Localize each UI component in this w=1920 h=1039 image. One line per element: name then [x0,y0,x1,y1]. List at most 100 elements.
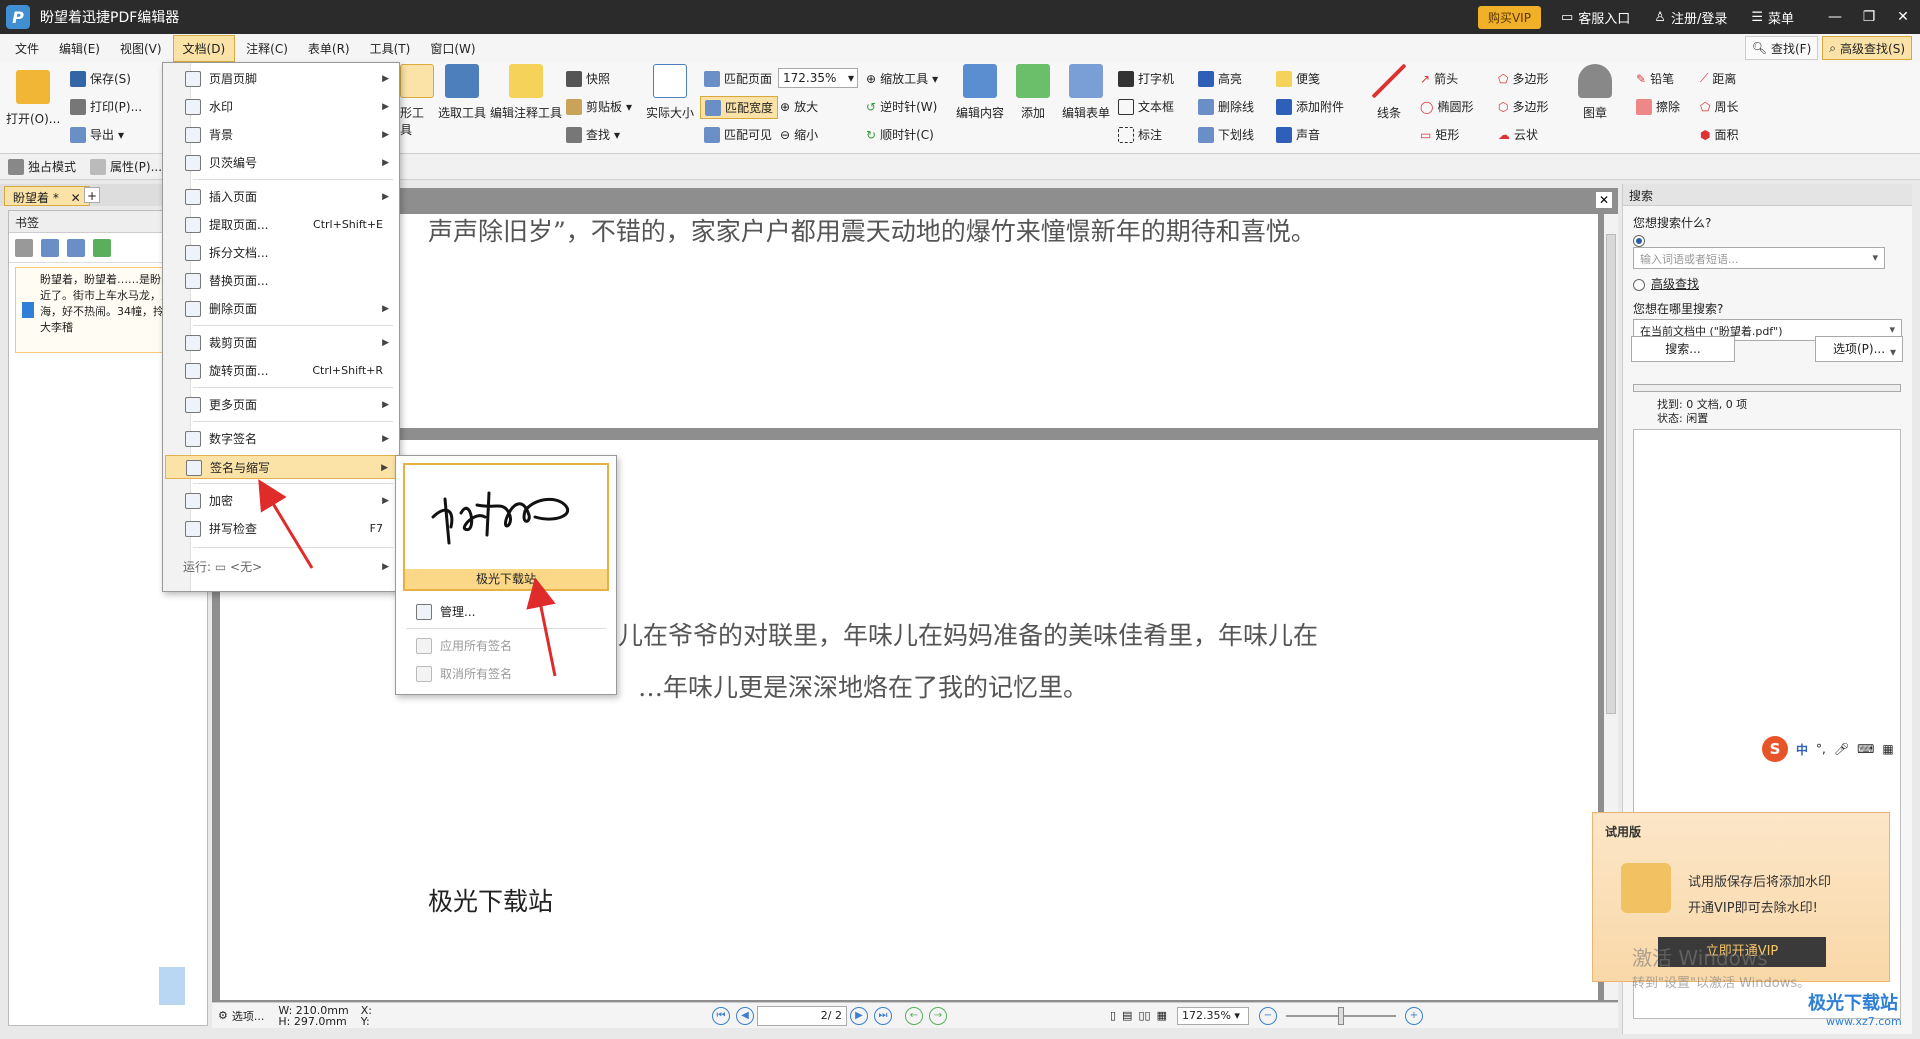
menu-split-document[interactable]: 拆分文档... [165,241,397,265]
polygon-button[interactable]: ⬠ 多边形 [1498,70,1548,87]
ribbon-find-button[interactable]: 查找 ▾ [566,126,620,143]
zoom-select[interactable]: 172.35% ▾ [778,68,858,88]
advanced-search-link[interactable]: 高级查找 [1651,277,1699,291]
add-child-bookmark-icon[interactable] [67,238,85,257]
menu-tools[interactable]: 工具(T) [361,36,420,61]
typewriter-button[interactable]: 打字机 [1118,70,1174,87]
menu-spell-check[interactable]: 拼写检查 F7 [165,517,397,541]
print-button[interactable]: 打印(P)... [70,98,142,115]
service-link[interactable]: ▭ 客服入口 [1561,8,1630,27]
status-zoom-select[interactable]: 172.35% ▾ [1176,1006,1249,1025]
search-options-button[interactable]: 选项(P)... [1815,336,1903,364]
two-continuous-icon[interactable]: ▦ [1157,1009,1167,1022]
add-bookmark-icon[interactable] [41,238,59,257]
document-tab[interactable]: 盼望着 * ✕ [4,186,90,206]
keyboard-icon[interactable]: ⌨ [1857,742,1874,756]
close-tab-icon[interactable]: ✕ [71,191,81,205]
zoom-out-button[interactable]: ⊖ 缩小 [780,126,818,143]
advanced-find-button[interactable]: ⌕ 高级查找(S) [1822,36,1912,60]
menu-bates-numbering[interactable]: 贝茨编号 ▶ [165,151,397,175]
continuous-page-icon[interactable]: ▤ [1122,1009,1132,1022]
close-document-icon[interactable]: ✕ [1596,192,1612,208]
menu-crop-page[interactable]: 裁剪页面 ▶ [165,331,397,355]
gear-icon[interactable]: ⚙ [218,1009,228,1022]
signature-item[interactable]: 极光下载站 [403,463,609,591]
gear-icon[interactable] [15,238,33,257]
zoom-slider-handle[interactable] [1337,1006,1344,1025]
rotate-ccw-button[interactable]: ↺ 逆时针(W) [866,98,937,115]
cloud-button[interactable]: ☁ 云状 [1498,126,1538,143]
main-menu-button[interactable]: ☰ 菜单 [1751,8,1794,27]
hand-tool-button[interactable]: 形工具 [400,64,434,138]
perimeter-button[interactable]: ⬠ 周长 [1700,98,1738,115]
polyline-button[interactable]: ⬡ 多边形 [1498,98,1549,115]
menu-insert-page[interactable]: 插入页面 ▶ [165,185,397,209]
menu-comment[interactable]: 注释(C) [237,36,297,61]
exclusive-mode-button[interactable]: 独占模式 [8,158,76,175]
rotate-cw-button[interactable]: ↻ 顺时针(C) [866,126,934,143]
line-button[interactable]: 线条 [1372,64,1406,121]
forward-icon[interactable]: → [928,1006,947,1025]
minimize-button[interactable]: — [1818,9,1852,25]
sound-button[interactable]: 声音 [1276,126,1320,143]
search-button[interactable]: 搜索... [1631,336,1735,362]
distance-button[interactable]: ⟋ 距离 [1700,70,1736,87]
microphone-icon[interactable]: 🎤︎ [1834,742,1849,756]
fit-width-button[interactable]: 匹配宽度 [700,96,779,119]
menu-more-pages[interactable]: 更多页面 ▶ [165,393,397,417]
cancel-all-signatures-item[interactable]: 取消所有签名 [398,662,614,686]
page-number-input[interactable]: 2/ 2 [756,1005,847,1026]
menu-background[interactable]: 背景 ▶ [165,123,397,147]
manage-signatures-item[interactable]: 管理... [398,600,614,624]
note-button[interactable]: 便笺 [1276,70,1320,87]
ellipse-button[interactable]: ◯ 椭圆形 [1420,98,1473,115]
underline-button[interactable]: 下划线 [1198,126,1254,143]
menu-edit[interactable]: 编辑(E) [50,36,109,61]
menu-replace-page[interactable]: 替换页面... [165,269,397,293]
menu-encrypt[interactable]: 加密 ▶ [165,489,397,513]
pencil-button[interactable]: ✎ 铅笔 [1636,70,1674,87]
attach-file-button[interactable]: 添加附件 [1276,98,1344,115]
area-button[interactable]: ⬢ 面积 [1700,126,1739,143]
ime-language[interactable]: 中 [1796,741,1808,758]
callout-button[interactable]: 标注 [1118,126,1162,143]
menu-run-action[interactable]: 运行: ▭ <无> ▶ [165,555,397,579]
textbox-button[interactable]: 文本框 [1118,98,1174,115]
edit-content-button[interactable]: 编辑内容 [956,64,1004,121]
zoom-in-icon[interactable]: + [1404,1006,1423,1025]
menu-watermark[interactable]: 水印 ▶ [165,95,397,119]
zoom-tool-button[interactable]: ⊕ 缩放工具 ▾ [866,70,938,87]
prev-page-icon[interactable]: ◀ [735,1006,754,1025]
stamp-button[interactable]: 图章 [1578,64,1612,121]
menu-extract-page[interactable]: 提取页面... Ctrl+Shift+E [165,213,397,237]
menu-file[interactable]: 文件 [6,36,48,61]
search-input[interactable]: 输入词语或者短语... [1633,247,1885,269]
save-button[interactable]: 保存(S) [70,70,131,87]
last-page-icon[interactable]: ⏭ [873,1006,892,1025]
restore-button[interactable]: ❐ [1852,9,1886,25]
buy-vip-button[interactable]: 购买VIP [1477,5,1541,29]
login-link[interactable]: ♙ 注册/登录 [1654,8,1727,27]
fit-visible-button[interactable]: 匹配可见 [704,126,772,143]
clipboard-button[interactable]: 剪贴板 ▾ [566,98,632,115]
back-icon[interactable]: ← [904,1006,923,1025]
menu-view[interactable]: 视图(V) [111,36,171,61]
select-tool-button[interactable]: 选取工具 [438,64,486,121]
menu-rotate-page[interactable]: 旋转页面... Ctrl+Shift+R [165,359,397,383]
export-button[interactable]: 导出 ▾ [70,126,124,143]
rectangle-button[interactable]: ▭ 矩形 [1420,126,1459,143]
actual-size-button[interactable]: 实际大小 [646,64,694,121]
new-bookmark-icon[interactable] [93,238,111,257]
next-page-icon[interactable]: ▶ [849,1006,868,1025]
fit-page-button[interactable]: 匹配页面 [704,70,772,87]
zoom-out-icon[interactable]: − [1258,1006,1277,1025]
find-button[interactable]: 🔍︎ 查找(F) [1744,36,1819,60]
zoom-slider[interactable] [1285,1006,1396,1025]
snapshot-button[interactable]: 快照 [566,70,610,87]
edit-form-button[interactable]: 编辑表单 [1062,64,1110,121]
menu-window[interactable]: 窗口(W) [421,36,484,61]
punctuation-icon[interactable]: °, [1816,742,1826,756]
arrow-button[interactable]: ↗ 箭头 [1420,70,1458,87]
options-dropdown[interactable]: 选项... [232,1008,265,1024]
highlight-button[interactable]: 高亮 [1198,70,1242,87]
